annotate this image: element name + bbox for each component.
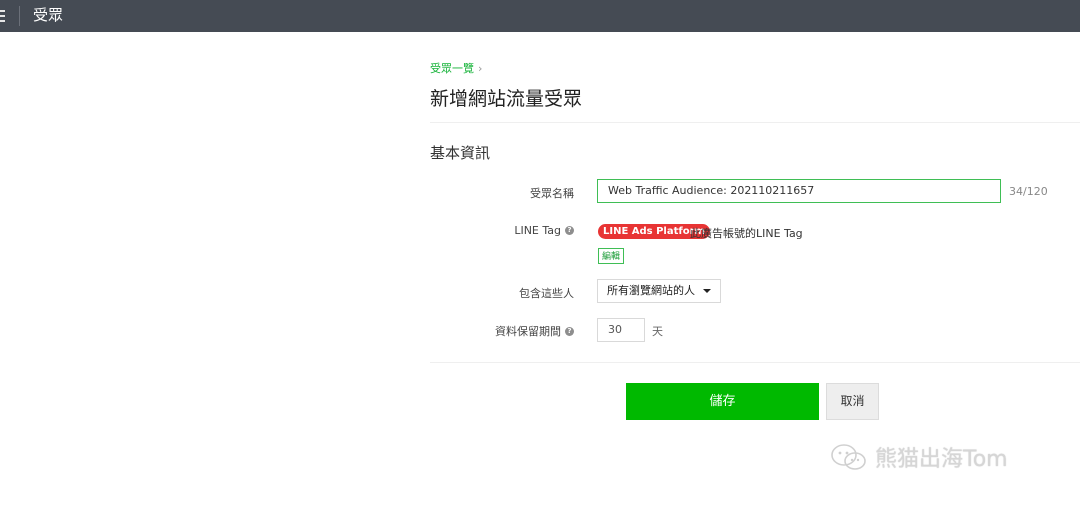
include-label: 包含這些人 bbox=[519, 285, 574, 301]
save-button[interactable]: 儲存 bbox=[626, 383, 819, 420]
retention-unit: 天 bbox=[652, 325, 663, 338]
cancel-button[interactable]: 取消 bbox=[826, 383, 879, 420]
include-label-text: 包含這些人 bbox=[519, 287, 574, 300]
audience-name-input[interactable]: Web Traffic Audience: 202110211657 bbox=[597, 179, 1001, 203]
line-tag-label: LINE Tag ? bbox=[514, 224, 574, 237]
retention-label-text: 資料保留期間 bbox=[495, 325, 561, 338]
watermark: 熊猫出海Tom bbox=[829, 440, 1008, 474]
audience-name-label: 受眾名稱 bbox=[530, 185, 574, 201]
help-icon[interactable]: ? bbox=[565, 226, 574, 235]
retention-days-input[interactable]: 30 bbox=[597, 318, 645, 342]
topbar-divider bbox=[19, 6, 20, 26]
edit-line-tag-button[interactable]: 編輯 bbox=[598, 248, 625, 264]
help-icon[interactable]: ? bbox=[565, 326, 574, 336]
form-divider bbox=[430, 362, 1080, 363]
section-title: 基本資訊 bbox=[430, 144, 491, 162]
audience-name-counter: 34/120 bbox=[1009, 185, 1048, 198]
page-title: 新增網站流量受眾 bbox=[430, 88, 583, 110]
title-divider bbox=[430, 122, 1080, 123]
wechat-icon bbox=[831, 444, 866, 470]
audience-name-label-text: 受眾名稱 bbox=[530, 187, 574, 200]
caret-down-icon bbox=[703, 289, 711, 293]
line-tag-description: 此廣告帳號的LINE Tag bbox=[690, 227, 803, 240]
breadcrumb-link-audience-list[interactable]: 受眾一覽 bbox=[430, 62, 474, 75]
app-title: 受眾 bbox=[33, 6, 64, 24]
menu-icon[interactable] bbox=[0, 10, 5, 22]
retention-label: 資料保留期間 ? bbox=[495, 323, 574, 339]
breadcrumb: 受眾一覽 › bbox=[430, 60, 482, 76]
include-people-selected: 所有瀏覽網站的人 bbox=[607, 284, 695, 297]
watermark-text: 熊猫出海Tom bbox=[875, 447, 1008, 472]
line-tag-label-text: LINE Tag bbox=[514, 224, 561, 237]
include-people-select[interactable]: 所有瀏覽網站的人 bbox=[597, 279, 721, 303]
breadcrumb-separator: › bbox=[478, 62, 483, 75]
top-bar: 受眾 bbox=[0, 0, 1080, 32]
